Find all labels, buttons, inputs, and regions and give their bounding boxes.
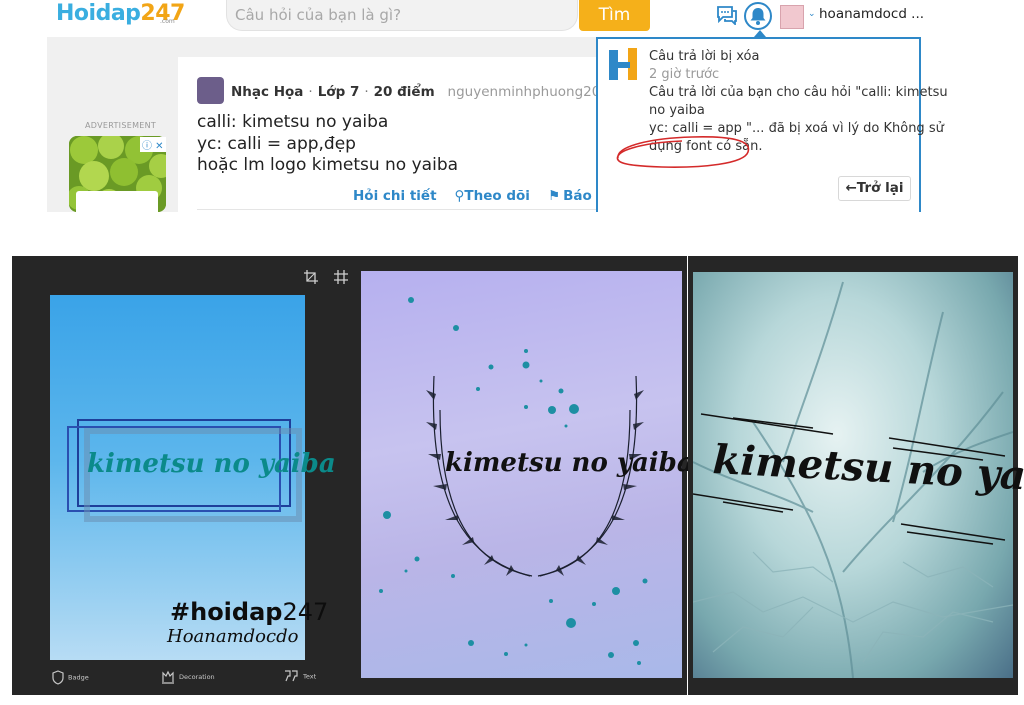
badge-tool[interactable]: Badge: [52, 670, 89, 685]
question-line: hoặc lm logo kimetsu no yaiba: [197, 155, 459, 175]
logo-text[interactable]: kimetsu no yaiba: [87, 449, 336, 479]
ask-details-link[interactable]: Hỏi chi tiết: [353, 188, 437, 204]
grid-icon[interactable]: [334, 270, 348, 284]
notification-bell-button[interactable]: [744, 2, 772, 30]
author-name[interactable]: Nhạc Họa: [231, 84, 303, 100]
notification-title: Câu trả lời bị xóa: [649, 49, 760, 64]
text-tool[interactable]: Text: [284, 670, 316, 683]
notification-time: 2 giờ trước: [649, 67, 720, 82]
bell-icon: [750, 8, 766, 25]
question-line: calli: kimetsu no yaiba: [197, 112, 389, 132]
chevron-down-icon[interactable]: ⌄: [808, 9, 816, 19]
hashtag-text: #hoidap247: [170, 598, 329, 626]
decoration-icon: [162, 670, 174, 684]
user-avatar[interactable]: [780, 5, 804, 29]
crop-icon[interactable]: [304, 270, 318, 284]
username-label[interactable]: hoanamdocd ...: [819, 6, 924, 22]
points-label: 20 điểm: [373, 84, 435, 100]
qa-site-screenshot: Hoidap247 .com Câu hỏi của bạn là gì? Tì…: [0, 0, 1024, 212]
popup-pointer: [754, 30, 766, 37]
decoration-tool[interactable]: Decoration: [161, 670, 215, 684]
follow-link[interactable]: ⚲Theo dõi: [455, 188, 530, 204]
chat-icon[interactable]: [716, 5, 738, 25]
notification-line: no yaiba: [649, 103, 705, 118]
flag-icon: ⚑: [547, 188, 561, 204]
ad-label: ADVERTISEMENT: [85, 121, 157, 130]
author-avatar[interactable]: [197, 77, 224, 104]
quote-icon: [285, 670, 298, 682]
signature-text: Hoanamdocdo: [167, 626, 299, 647]
ad-card: [76, 191, 158, 212]
search-input[interactable]: Câu hỏi của bạn là gì?: [226, 0, 578, 31]
grade-label: Lớp 7: [317, 84, 360, 100]
hoidap-logo-icon: [609, 48, 637, 80]
red-annotation-circle: [616, 136, 750, 168]
question-line: yc: calli = app,đẹp: [197, 134, 356, 154]
shield-icon: [52, 670, 64, 685]
ad-close-icon[interactable]: ⓘ ✕: [140, 137, 166, 152]
divider: [197, 209, 607, 210]
site-logo-domain: .com: [160, 18, 175, 25]
logo-text[interactable]: kimetsu no yaiba: [445, 448, 694, 478]
search-button[interactable]: Tìm: [579, 0, 650, 31]
back-button[interactable]: ←Trở lại: [838, 176, 911, 201]
notification-line: Câu trả lời của bạn cho câu hỏi "calli: …: [649, 85, 948, 100]
follow-icon: ⚲: [454, 188, 465, 204]
